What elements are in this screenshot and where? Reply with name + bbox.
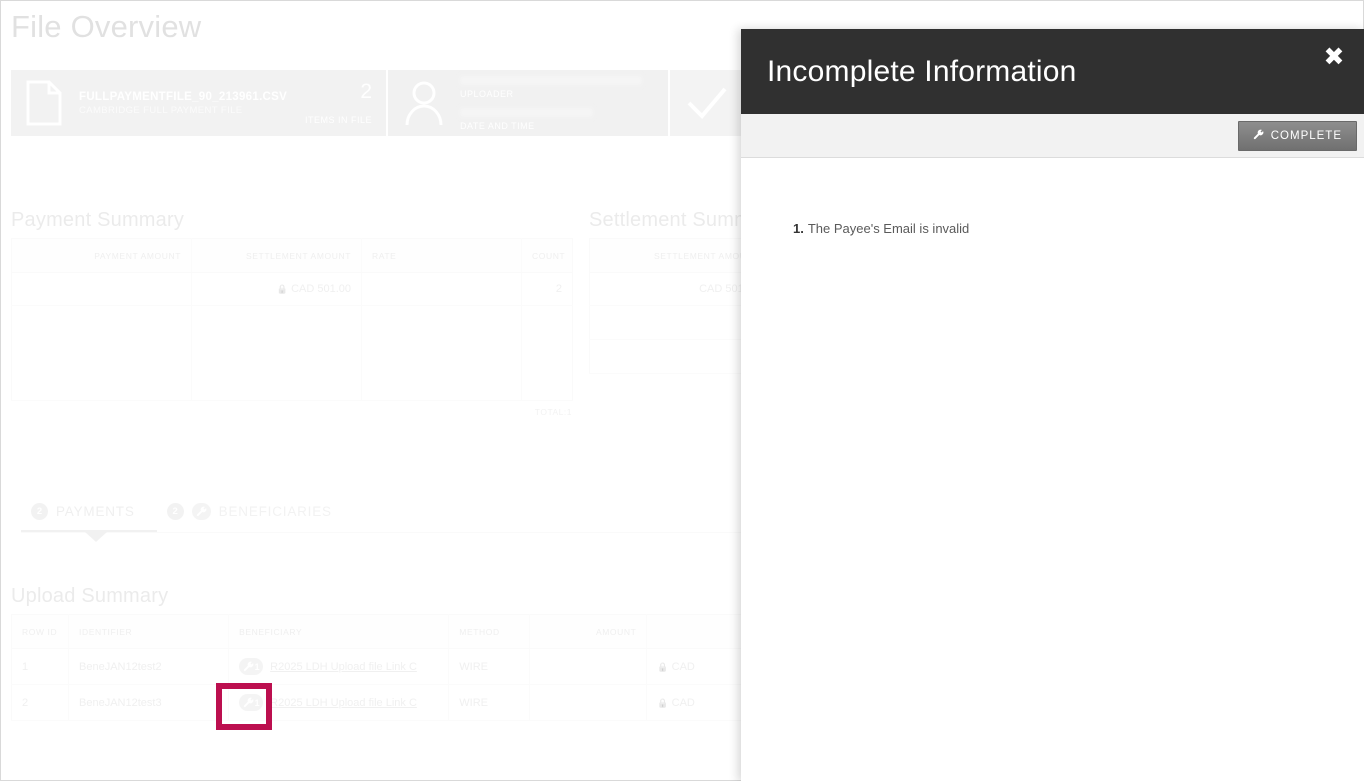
modal-title: Incomplete Information	[767, 54, 1077, 88]
col-count: COUNT	[521, 238, 573, 273]
cell-settlement-value: CAD	[671, 660, 695, 673]
beneficiary-cell: 1 R2025 LDH Upload file Link C	[239, 658, 438, 675]
payment-summary-heading: Payment Summary	[11, 209, 185, 231]
items-count-label: ITEMS IN FILE	[304, 115, 372, 125]
cell-settlement-amount: 🔒 CAD 501.00	[191, 272, 362, 306]
uploader-panel: UPLOADER DATE AND TIME	[388, 70, 668, 136]
user-icon	[402, 80, 446, 126]
cell-payment-amount	[11, 272, 192, 306]
modal-toolbar: COMPLETE	[741, 114, 1364, 158]
cell-row-id: 1	[11, 648, 70, 685]
cell-settlement-value: CAD	[671, 696, 695, 709]
col-row-id: ROW ID	[11, 614, 70, 649]
cell-rate	[361, 272, 522, 306]
file-status-panel	[670, 70, 744, 136]
col-beneficiary: BENEFICIARY	[228, 614, 450, 649]
tab-payments-label: PAYMENTS	[56, 504, 135, 519]
tab-active-arrow	[85, 532, 107, 542]
table-header-row: PAYMENT AMOUNT SETTLEMENT AMOUNT RATE CO…	[11, 238, 573, 273]
cell-settlement-amount-value: CAD 501.00	[291, 283, 351, 295]
lock-icon: 🔒	[657, 697, 669, 708]
checkmark-icon	[685, 83, 729, 123]
cell-row-id: 2	[11, 684, 70, 721]
col-payment-amount: PAYMENT AMOUNT	[11, 238, 192, 273]
close-icon[interactable]: ✖	[1319, 41, 1349, 71]
tab-beneficiaries-badge: 2	[166, 503, 184, 520]
tab-beneficiaries[interactable]: 2 BENEFICIARIES	[157, 503, 354, 532]
error-number: 1.	[793, 221, 804, 236]
error-list-item: 1. The Payee's Email is invalid	[793, 220, 1325, 238]
items-count: 2	[360, 80, 372, 103]
wrench-icon	[191, 503, 211, 520]
items-in-file: 2 ITEMS IN FILE	[295, 81, 372, 125]
datetime-label: DATE AND TIME	[460, 120, 535, 131]
datetime-value-redacted	[460, 107, 593, 117]
filler-cell	[11, 305, 192, 401]
modal-body: 1. The Payee's Email is invalid	[741, 158, 1364, 781]
lock-icon: 🔒	[276, 284, 289, 294]
cell-amount	[529, 684, 648, 721]
wrench-icon	[1253, 129, 1264, 143]
wrench-count-badge[interactable]: 1	[239, 658, 264, 675]
incomplete-information-modal: Incomplete Information ✖ COMPLETE 1. The …	[741, 29, 1364, 781]
col-identifier: IDENTIFIER	[68, 614, 230, 649]
file-subtitle: CAMBRIDGE FULL PAYMENT FILE	[79, 104, 243, 116]
app-root: File Overview FULLPAYMENTFILE_90_213961.…	[0, 0, 1364, 781]
beneficiary-link[interactable]: R2025 LDH Upload file Link C	[270, 661, 417, 673]
col-method: METHOD	[448, 614, 531, 649]
filler-cell	[361, 305, 522, 401]
tab-payments-badge: 2	[31, 503, 48, 520]
tab-beneficiaries-label: BENEFICIARIES	[218, 504, 332, 519]
col-settlement-amount: SETTLEMENT AMOUNT	[191, 238, 362, 273]
file-info-panel: FULLPAYMENTFILE_90_213961.CSV CAMBRIDGE …	[11, 70, 386, 136]
error-message: The Payee's Email is invalid	[807, 221, 970, 236]
uploader-value-redacted	[460, 75, 642, 85]
highlight-box	[216, 683, 272, 730]
table-filler-row	[11, 305, 573, 401]
modal-header: Incomplete Information ✖	[741, 29, 1364, 114]
wrench-badge-count: 1	[254, 661, 260, 672]
payment-summary-total: TOTAL:1	[534, 407, 572, 417]
table-row[interactable]: 🔒 CAD 501.00 2	[11, 272, 573, 306]
col-rate: RATE	[361, 238, 522, 273]
cell-identifier: BeneJAN12test3	[68, 684, 230, 721]
cell-count: 2	[521, 272, 573, 306]
cell-beneficiary: 1 R2025 LDH Upload file Link C	[228, 648, 450, 685]
uploader-label: UPLOADER	[460, 88, 514, 99]
tab-payments[interactable]: 2 PAYMENTS	[21, 503, 157, 542]
payment-summary-table: PAYMENT AMOUNT SETTLEMENT AMOUNT RATE CO…	[11, 238, 573, 401]
payment-summary-block: Payment Summary PAYMENT AMOUNT SETTLEMEN…	[11, 209, 573, 417]
complete-button[interactable]: COMPLETE	[1237, 120, 1357, 151]
document-icon	[25, 80, 63, 126]
file-name: FULLPAYMENTFILE_90_213961.CSV	[79, 90, 288, 103]
cell-method: WIRE	[448, 648, 531, 685]
col-amount: AMOUNT	[529, 614, 648, 649]
beneficiary-link[interactable]: R2025 LDH Upload file Link C	[270, 697, 417, 709]
cell-identifier: BeneJAN12test2	[68, 648, 230, 685]
filler-cell	[521, 305, 573, 401]
cell-amount	[529, 648, 648, 685]
filler-cell	[191, 305, 362, 401]
lock-icon: 🔒	[657, 661, 669, 672]
cell-method: WIRE	[448, 684, 531, 721]
complete-button-label: COMPLETE	[1270, 129, 1342, 142]
